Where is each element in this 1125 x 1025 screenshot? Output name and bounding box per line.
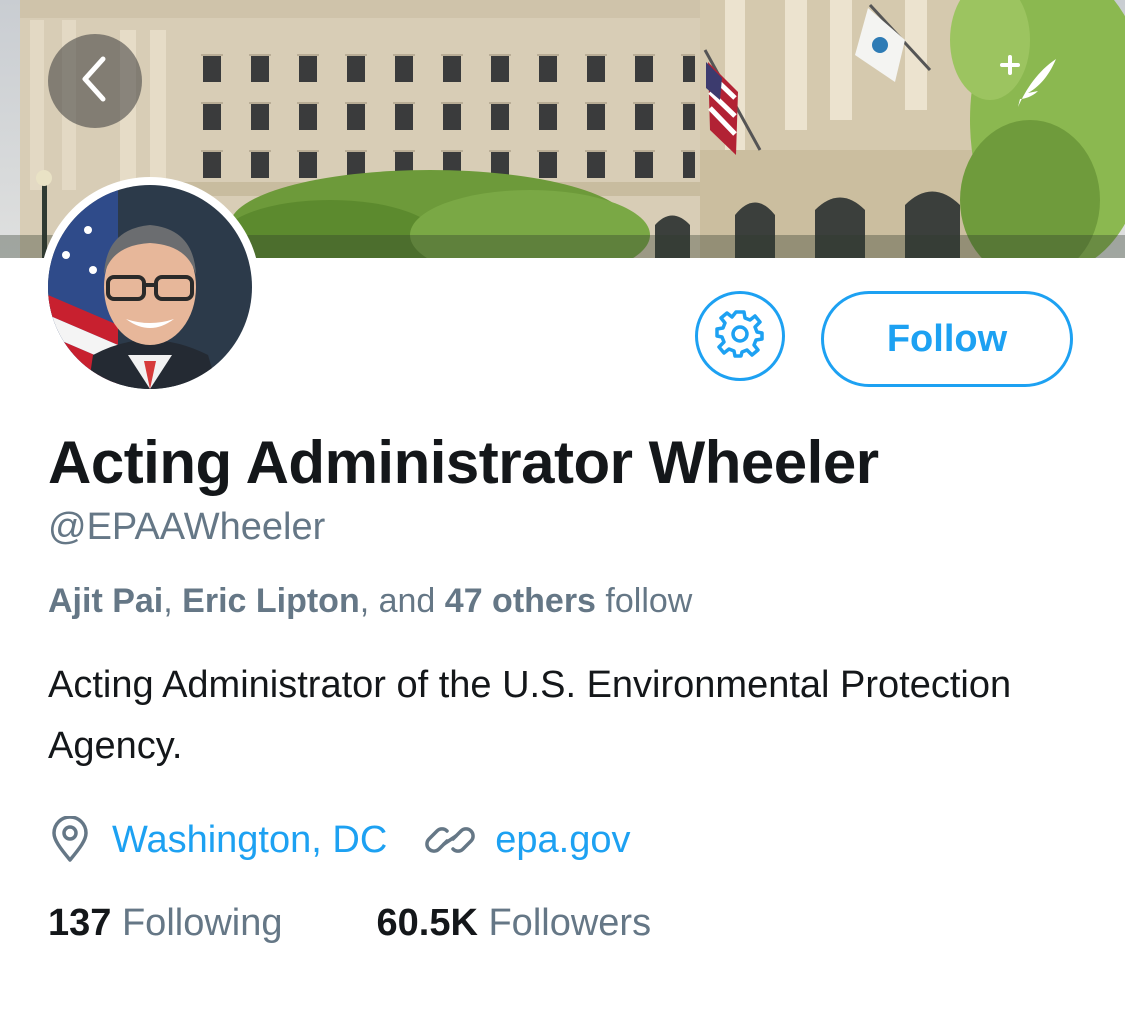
profile-website-link[interactable]: epa.gov: [495, 819, 630, 862]
gear-icon: [715, 309, 765, 364]
back-button[interactable]: [48, 34, 142, 128]
following-count: 137: [48, 902, 112, 944]
follow-button[interactable]: Follow: [821, 291, 1073, 387]
profile-stats: 137 Following 60.5K Followers: [48, 902, 651, 945]
following-stat[interactable]: 137 Following: [48, 902, 283, 945]
followers-stat[interactable]: 60.5K Followers: [377, 902, 652, 945]
compose-quill-icon: [998, 49, 1062, 118]
profile-handle: @EPAAWheeler: [48, 506, 326, 548]
followed-by-separator: ,: [163, 582, 183, 620]
followers-label: Followers: [488, 902, 652, 944]
followers-count: 60.5K: [376, 902, 478, 944]
followed-by-suffix: follow: [595, 582, 693, 620]
followed-by-separator: , and: [359, 582, 445, 620]
followed-by-others-link[interactable]: 47 others: [445, 582, 596, 620]
chevron-left-icon: [75, 55, 115, 108]
followed-by-summary[interactable]: Ajit Pai, Eric Lipton, and 47 others fol…: [48, 582, 692, 621]
location-pin-icon: [48, 816, 92, 864]
follower-link-eric-lipton[interactable]: Eric Lipton: [182, 582, 360, 620]
profile-name: Acting Administrator Wheeler: [48, 429, 879, 496]
avatar: [48, 185, 252, 389]
profile-avatar[interactable]: [40, 177, 260, 397]
profile-meta-row: Washington, DC epa.gov: [48, 812, 631, 868]
following-label: Following: [121, 902, 283, 944]
link-icon: [425, 817, 476, 863]
follower-link-ajit-pai[interactable]: Ajit Pai: [48, 582, 163, 620]
profile-location-link[interactable]: Washington, DC: [112, 819, 387, 862]
compose-tweet-button[interactable]: [985, 38, 1075, 128]
profile-bio: Acting Administrator of the U.S. Environ…: [48, 664, 1012, 767]
settings-button[interactable]: [695, 291, 785, 381]
